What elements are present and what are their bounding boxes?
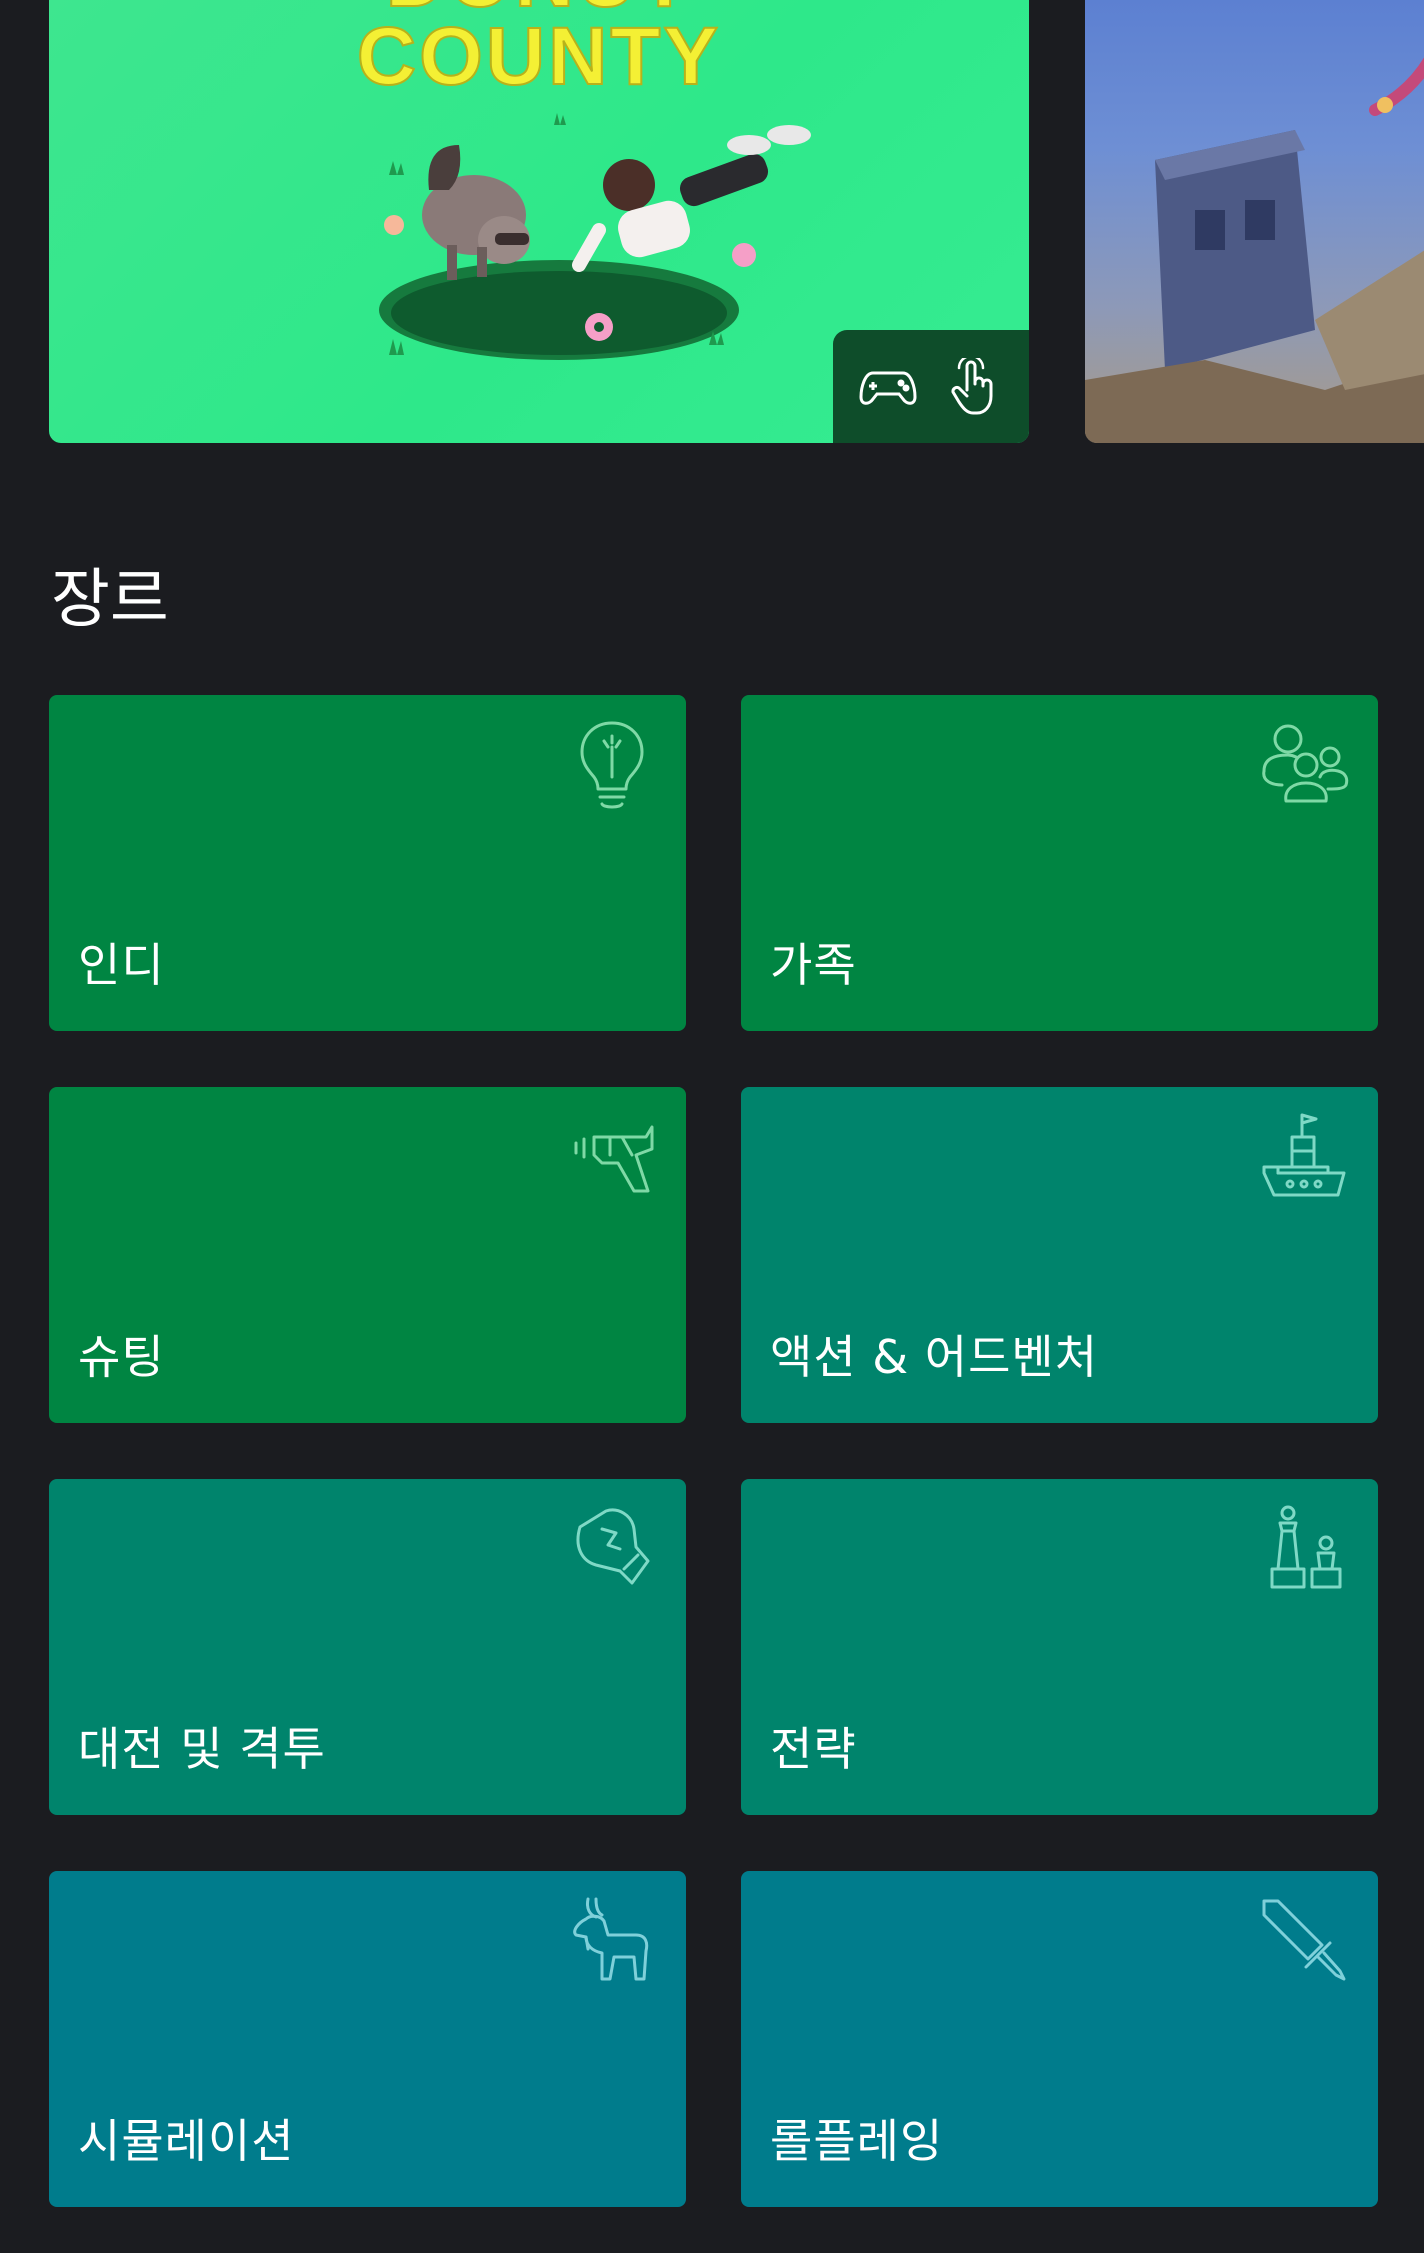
genre-label: 인디 xyxy=(78,938,165,992)
boxing-glove-icon xyxy=(576,1508,650,1585)
genre-tile-family[interactable]: 가족 xyxy=(741,695,1378,1031)
touch-icon xyxy=(944,357,1004,417)
game-artwork xyxy=(379,113,811,360)
sword-icon xyxy=(1262,1899,1346,1981)
genre-label: 대전 및 격투 xyxy=(78,1722,326,1776)
genres-heading: 장르 xyxy=(51,563,169,637)
genre-tile-action-adventure[interactable]: 액션 & 어드벤처 xyxy=(741,1087,1378,1423)
controller-icon xyxy=(858,357,918,417)
lightbulb-icon xyxy=(580,721,644,809)
chess-icon xyxy=(1270,1505,1342,1589)
genre-label: 롤플레잉 xyxy=(770,2114,944,2168)
genre-tile-fighting[interactable]: 대전 및 격투 xyxy=(49,1479,686,1815)
genre-tile-strategy[interactable]: 전략 xyxy=(741,1479,1378,1815)
family-icon xyxy=(1262,724,1349,803)
featured-game-card[interactable]: DONUT COUNTY xyxy=(49,0,1029,443)
genre-label: 전략 xyxy=(770,1722,857,1776)
game-artwork xyxy=(1085,57,1424,443)
genre-label: 가족 xyxy=(770,938,857,992)
genre-label: 액션 & 어드벤처 xyxy=(770,1330,1099,1384)
game-carousel[interactable]: DONUT COUNTY xyxy=(0,0,1424,445)
ship-icon xyxy=(1262,1113,1346,1197)
goat-icon xyxy=(573,1897,649,1981)
genre-tile-roleplaying[interactable]: 롤플레잉 xyxy=(741,1871,1378,2207)
next-game-card[interactable] xyxy=(1085,0,1424,443)
genre-label: 슈팅 xyxy=(78,1330,165,1384)
game-logo-line2: COUNTY xyxy=(356,10,722,103)
platform-badge xyxy=(833,330,1029,443)
blaster-icon xyxy=(574,1125,654,1193)
genre-tile-shooter[interactable]: 슈팅 xyxy=(49,1087,686,1423)
genre-label: 시뮬레이션 xyxy=(78,2114,295,2168)
genre-tile-indie[interactable]: 인디 xyxy=(49,695,686,1031)
genre-tile-simulation[interactable]: 시뮬레이션 xyxy=(49,1871,686,2207)
